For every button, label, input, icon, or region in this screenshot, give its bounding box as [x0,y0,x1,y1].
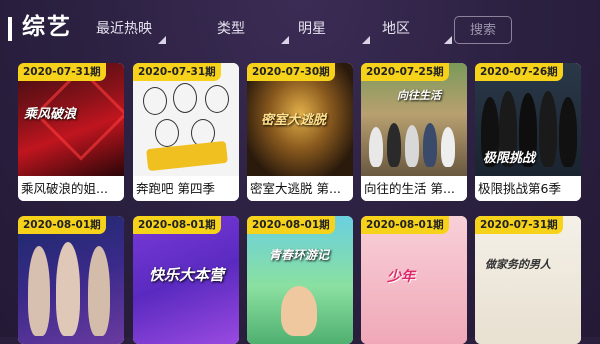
header: 综艺 最近热映 类型 明星 地区 搜索 [0,0,600,54]
show-title: 密室大逃脱 第... [247,176,353,201]
episode-date-badge: 2020-07-31期 [133,63,221,81]
show-card[interactable]: 极限挑战 2020-07-26期 极限挑战第6季 [475,63,581,201]
nav-label: 类型 [217,21,245,37]
poster-image: 青春环游记 [247,216,353,344]
episode-date-badge: 2020-08-01期 [18,216,106,234]
dropdown-corner-icon [281,36,289,44]
nav-filter-star[interactable]: 明星 [298,18,370,44]
show-title: 奔跑吧 第四季 [133,176,239,201]
poster-image: 少年 [361,216,467,344]
poster-title-text: 少年 [387,269,415,285]
nav-label: 最近热映 [96,21,152,37]
page-title: 综艺 [22,14,72,40]
poster-title-text: 快乐大本营 [149,266,225,284]
show-card[interactable]: 乘风破浪 2020-07-31期 乘风破浪的姐... [18,63,124,201]
show-card[interactable]: 青春环游记 2020-08-01期 [247,216,353,344]
poster-image: 做家务的男人 [475,216,581,344]
search-button[interactable]: 搜索 [454,16,512,44]
poster-title-text: 向往生活 [397,89,441,102]
show-title: 极限挑战第6季 [475,176,581,201]
show-card[interactable]: 2020-08-01期 [18,216,124,344]
nav-filter-region[interactable]: 地区 [382,18,452,44]
episode-date-badge: 2020-07-30期 [247,63,335,81]
nav-filter-recent[interactable]: 最近热映 [96,18,166,44]
episode-date-badge: 2020-07-25期 [361,63,449,81]
poster-title-text: 乘风破浪 [24,107,77,122]
nav-label: 明星 [298,21,326,37]
dropdown-corner-icon [444,36,452,44]
show-card[interactable]: 向往生活 2020-07-25期 向往的生活 第... [361,63,467,201]
show-title: 乘风破浪的姐... [18,176,124,201]
nav-filter-type[interactable]: 类型 [217,18,289,44]
show-card[interactable]: 2020-07-31期 奔跑吧 第四季 [133,63,239,201]
poster-image: 快乐大本营 [133,216,239,344]
show-card[interactable]: 快乐大本营 2020-08-01期 [133,216,239,344]
episode-date-badge: 2020-08-01期 [247,216,335,234]
poster-image [18,216,124,344]
episode-date-badge: 2020-07-26期 [475,63,563,81]
poster-title-text: 青春环游记 [269,248,330,262]
poster-title-text: 做家务的男人 [485,258,551,271]
episode-date-badge: 2020-08-01期 [361,216,449,234]
episode-date-badge: 2020-08-01期 [133,216,221,234]
show-title: 向往的生活 第... [361,176,467,201]
dropdown-corner-icon [158,36,166,44]
show-card[interactable]: 少年 2020-08-01期 [361,216,467,344]
dropdown-corner-icon [362,36,370,44]
nav-label: 地区 [382,21,410,37]
title-accent-bar [8,17,12,41]
episode-date-badge: 2020-07-31期 [18,63,106,81]
episode-date-badge: 2020-07-31期 [475,216,563,234]
poster-title-text: 密室大逃脱 [261,113,327,128]
show-card[interactable]: 做家务的男人 2020-07-31期 [475,216,581,344]
show-card[interactable]: 密室大逃脱 2020-07-30期 密室大逃脱 第... [247,63,353,201]
poster-title-text: 极限挑战 [483,151,536,166]
